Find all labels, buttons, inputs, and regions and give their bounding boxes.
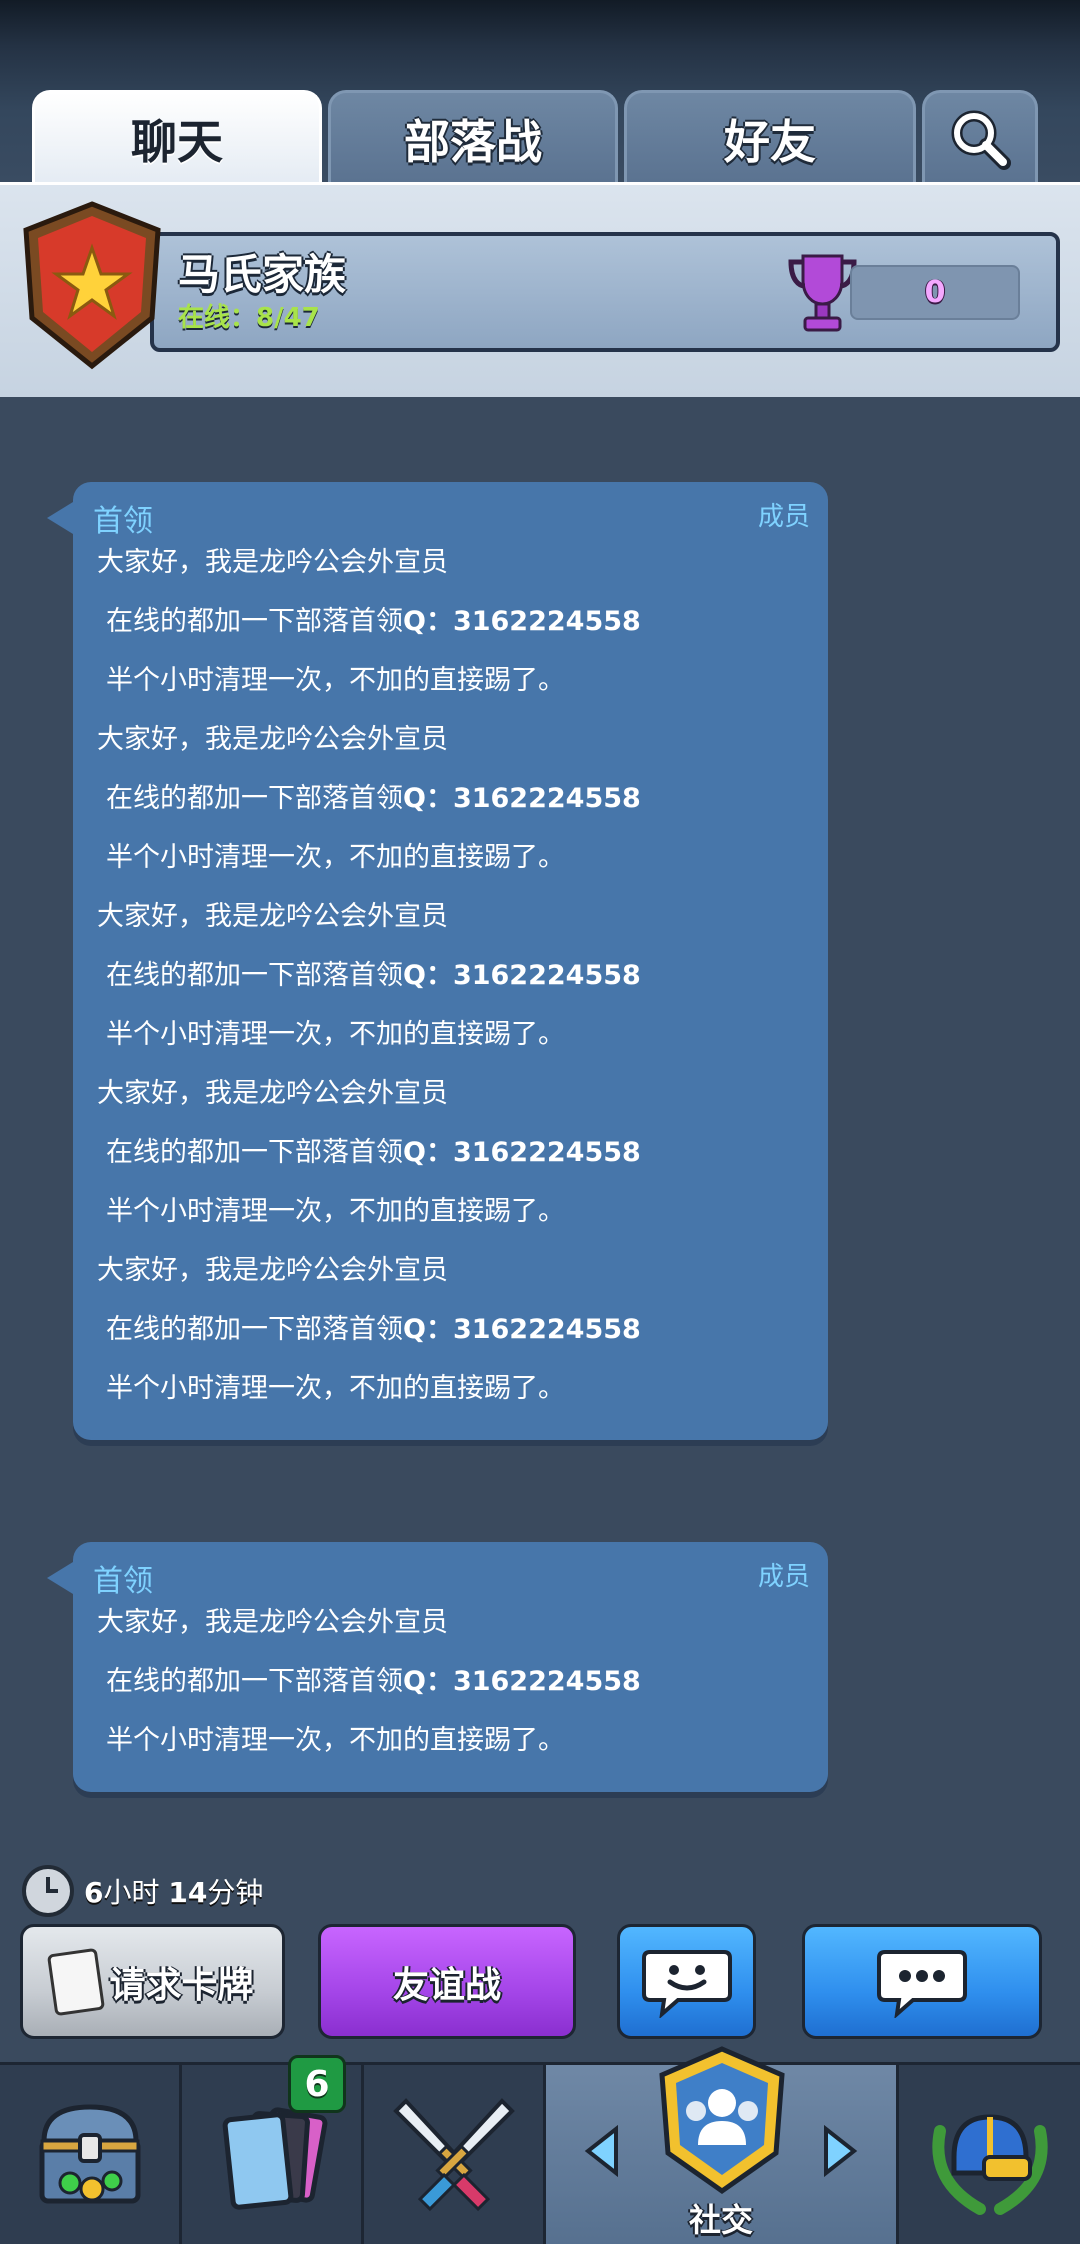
message-line: 半个小时清理一次，不加的直接踢了。 (106, 1725, 565, 1756)
clock-icon (22, 1865, 74, 1917)
message-sender-role: 首领 (93, 1564, 153, 1599)
tab-friends-label: 好友 (724, 115, 816, 169)
message-line: 大家好，我是龙吟公会外宣员 (97, 901, 448, 932)
request-cards-button[interactable]: 请求卡牌 (20, 1924, 285, 2039)
message-line: 半个小时清理一次，不加的直接踢了。 (106, 1019, 565, 1050)
battle-swords-icon (392, 2098, 515, 2212)
nav-events[interactable] (899, 2065, 1080, 2244)
message-line: 在线的都加一下部落首领Q：3162224558 (106, 960, 641, 991)
chat-message: 首领 成员 大家好，我是龙吟公会外宣员 在线的都加一下部落首领Q：3162224… (47, 482, 828, 1440)
friendly-battle-button[interactable]: 友谊战 (318, 1924, 576, 2039)
nav-shop[interactable] (0, 2065, 182, 2244)
message-line: 在线的都加一下部落首领Q：3162224558 (106, 1137, 641, 1168)
clan-badge-icon (23, 201, 161, 370)
tab-clan-war-label: 部落战 (404, 115, 542, 169)
message-line: 半个小时清理一次，不加的直接踢了。 (106, 1196, 565, 1227)
message-line: 半个小时清理一次，不加的直接踢了。 (106, 1373, 565, 1404)
tab-friends[interactable]: 好友 (624, 90, 916, 185)
chat-bubble-icon (877, 1949, 967, 2018)
arrow-left-icon[interactable] (582, 2125, 622, 2177)
clan-header[interactable]: 马氏家族 在线：8/47 0 (0, 182, 1080, 397)
message-line: 在线的都加一下部落首领Q：3162224558 (106, 783, 641, 814)
tab-chat-label: 聊天 (131, 115, 223, 169)
nav-social-label: 社交 (688, 2201, 753, 2239)
message-line: 在线的都加一下部落首领Q：3162224558 (106, 1314, 641, 1345)
message-sender-rank: 成员 (757, 1562, 810, 1592)
request-cards-label: 请求卡牌 (109, 1964, 254, 2006)
tab-chat[interactable]: 聊天 (32, 90, 322, 185)
bottom-nav: 社交 (0, 2046, 1080, 2244)
request-timer: 6小时 14分钟 (22, 1865, 263, 1917)
smile-chat-icon (641, 1949, 732, 2018)
message-line: 在线的都加一下部落首领Q：3162224558 (106, 606, 641, 637)
nav-battle[interactable] (364, 2065, 546, 2244)
chat-message: 首领 成员 大家好，我是龙吟公会外宣员 在线的都加一下部落首领Q：3162224… (47, 1542, 828, 1792)
emote-button[interactable] (617, 1924, 756, 2039)
message-line: 半个小时清理一次，不加的直接踢了。 (106, 665, 565, 696)
message-body: 大家好，我是龙吟公会外宣员 在线的都加一下部落首领Q：3162224558 半个… (97, 1600, 808, 1777)
social-icon (659, 2046, 785, 2195)
cards-notification-badge: 6 (288, 2055, 346, 2113)
trophy-icon (788, 254, 857, 332)
tab-bar: 聊天 部落战 好友 (0, 90, 1080, 185)
clan-trophy-count: 0 (850, 265, 1020, 320)
message-body: 大家好，我是龙吟公会外宣员 在线的都加一下部落首领Q：3162224558 半个… (97, 540, 808, 1425)
tab-search[interactable] (922, 90, 1038, 185)
nav-social[interactable]: 社交 (546, 2046, 899, 2244)
friendly-battle-label: 友谊战 (392, 1964, 501, 2006)
message-sender-rank: 成员 (757, 502, 810, 532)
clan-name: 马氏家族 (178, 250, 347, 299)
tab-clan-war[interactable]: 部落战 (328, 90, 618, 185)
message-line: 大家好，我是龙吟公会外宣员 (97, 1078, 448, 1109)
message-line: 大家好，我是龙吟公会外宣员 (97, 547, 448, 578)
clan-online-count: 在线：8/47 (178, 303, 320, 333)
arrow-right-icon[interactable] (820, 2125, 860, 2177)
message-line: 大家好，我是龙吟公会外宣员 (97, 724, 448, 755)
timer-text: 6小时 14分钟 (84, 1876, 264, 1909)
chest-icon (39, 2104, 140, 2204)
message-line: 大家好，我是龙吟公会外宣员 (97, 1255, 448, 1286)
chat-button[interactable] (802, 1924, 1042, 2039)
message-sender-role: 首领 (93, 504, 153, 539)
message-line: 半个小时清理一次，不加的直接踢了。 (106, 842, 565, 873)
search-icon (951, 110, 1011, 170)
helmet-laurel-icon (931, 2114, 1048, 2215)
card-icon (47, 1947, 106, 2016)
message-line: 在线的都加一下部落首领Q：3162224558 (106, 1666, 641, 1697)
message-line: 大家好，我是龙吟公会外宣员 (97, 1607, 448, 1638)
